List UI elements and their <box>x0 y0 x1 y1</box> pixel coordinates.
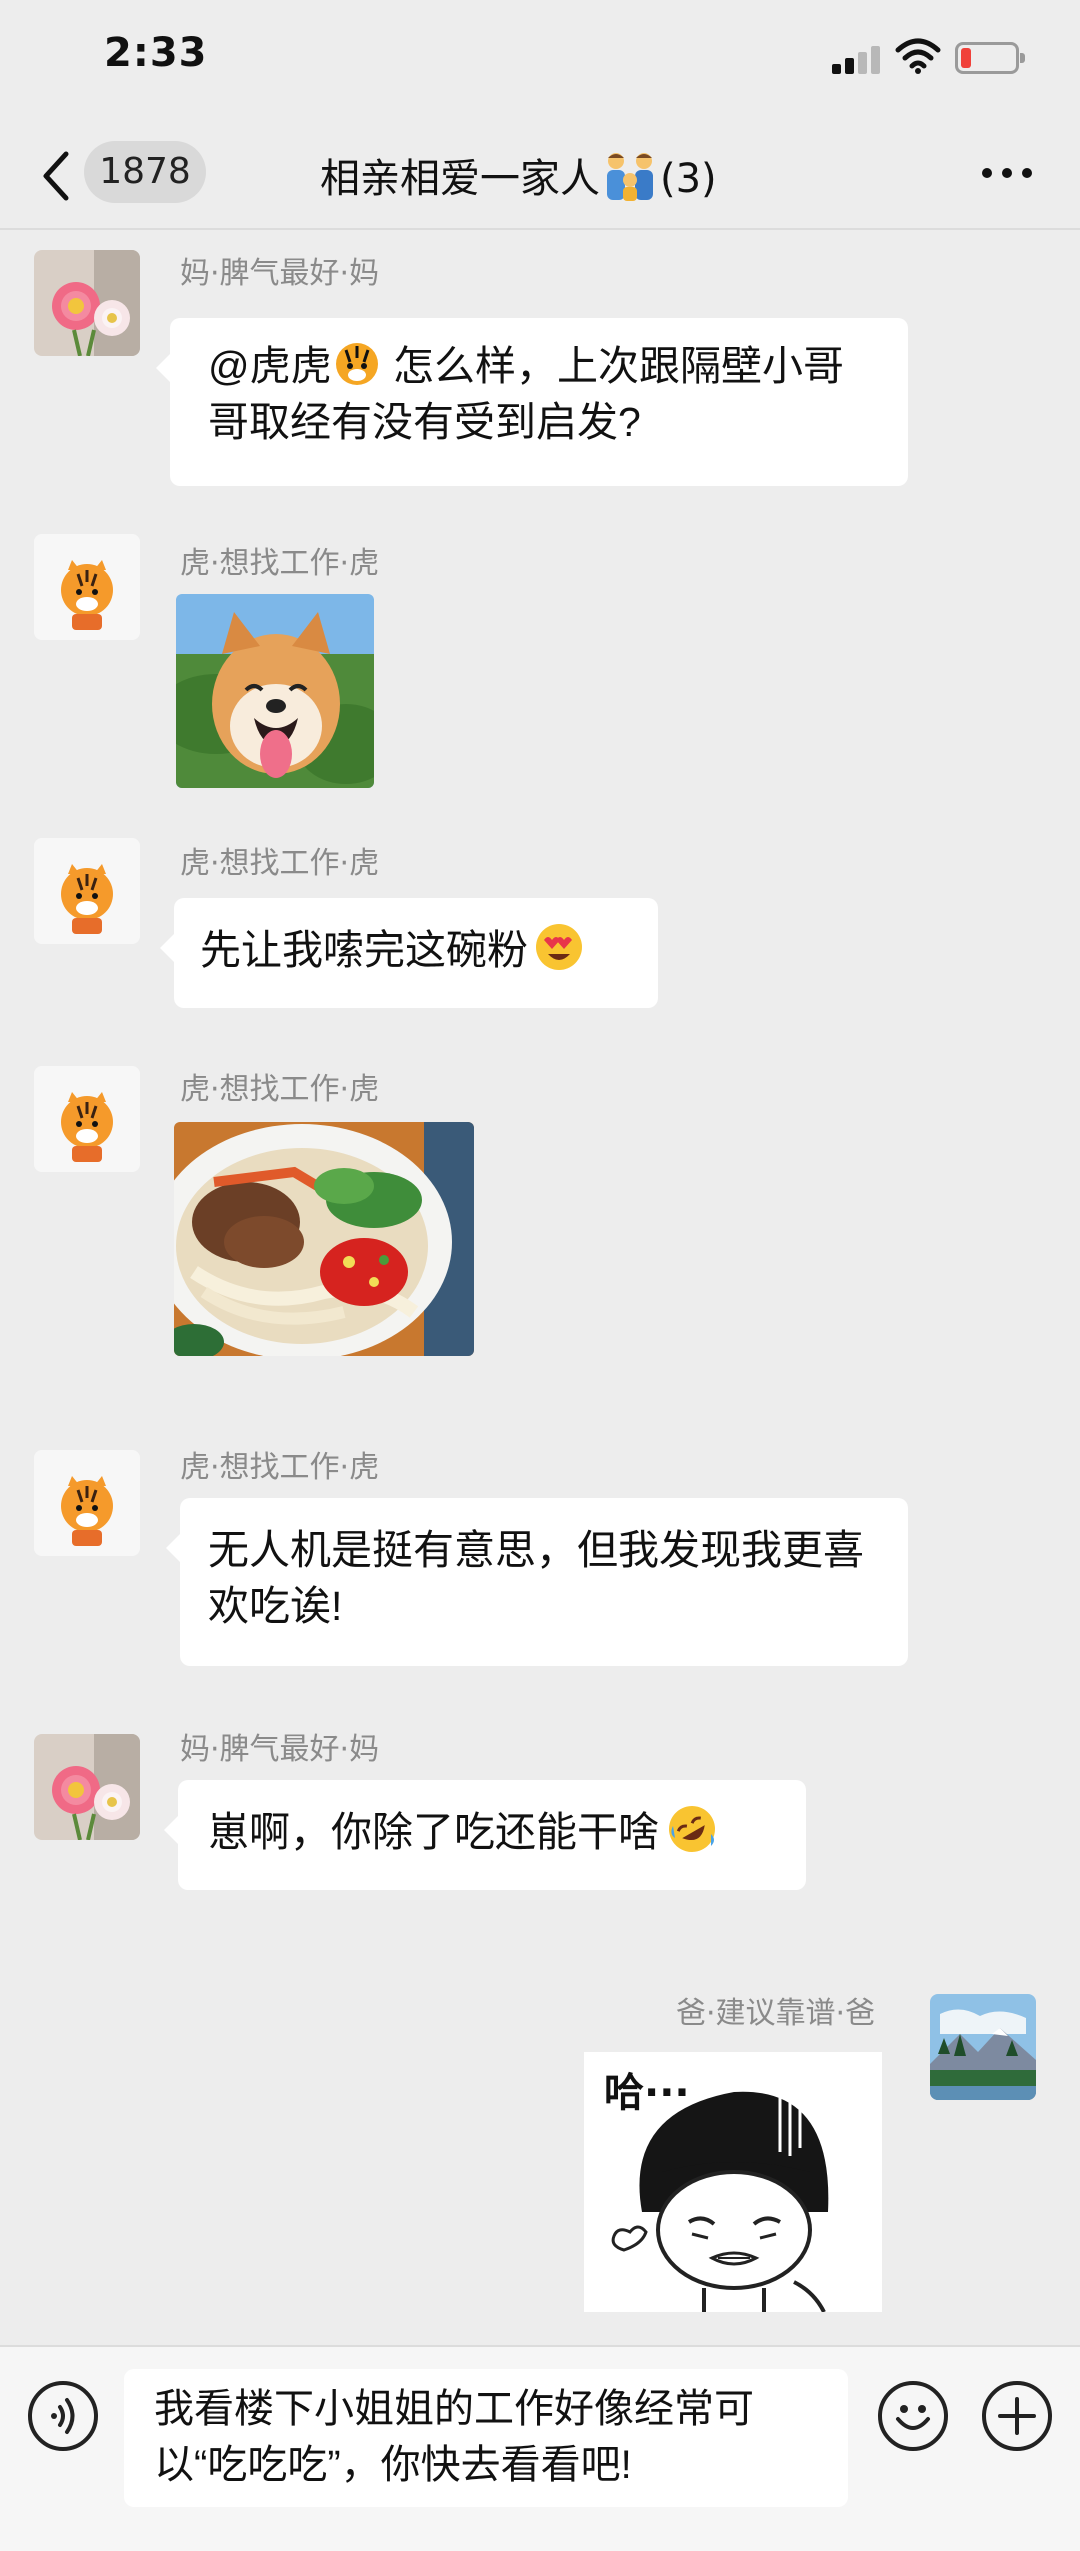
emoji-icon[interactable] <box>878 2381 948 2451</box>
message-text: 崽啊，你除了吃还能干啥 <box>208 1809 659 1855</box>
message-text: 先让我嗦完这碗粉 <box>200 927 528 973</box>
member-count: (3) <box>660 156 717 202</box>
message-bubble[interactable]: 崽啊，你除了吃还能干啥 <box>164 1780 806 1890</box>
avatar-mom[interactable] <box>34 1734 140 1840</box>
family-emoji-icon <box>600 150 660 202</box>
sender-name: 虎·想找工作·虎 <box>180 846 380 881</box>
sticker-caption: 哈··· <box>604 2070 690 2116</box>
sender-name: 虎·想找工作·虎 <box>180 546 380 581</box>
chat-title[interactable]: 相亲相爱一家人 (3) <box>320 146 717 204</box>
heart-eyes-emoji-icon <box>534 922 584 972</box>
avatar-mom[interactable] <box>34 250 140 356</box>
sender-name: 妈·脾气最好·妈 <box>180 1732 380 1767</box>
avatar-dad[interactable] <box>930 1994 1036 2100</box>
message-bubble[interactable]: @虎虎 怎么样，上次跟隔壁小哥哥取经有没有受到启发? <box>156 318 908 486</box>
plus-icon[interactable] <box>982 2381 1052 2451</box>
voice-icon[interactable] <box>28 2381 98 2451</box>
back-icon[interactable] <box>36 146 80 206</box>
avatar-tiger[interactable] <box>34 534 140 640</box>
message-input[interactable]: 我看楼下小姐姐的工作好像经常可以“吃吃吃”，你快去看看吧! <box>124 2369 848 2507</box>
sender-name: 虎·想找工作·虎 <box>180 1072 380 1107</box>
message-bubble[interactable]: 先让我嗦完这碗粉 <box>160 898 658 1008</box>
chat-title-text: 相亲相爱一家人 <box>320 156 600 202</box>
status-time: 2:33 <box>104 30 208 76</box>
tiger-emoji-icon <box>332 338 382 388</box>
sticker-image[interactable]: 哈··· <box>584 2052 882 2312</box>
avatar-tiger[interactable] <box>34 838 140 944</box>
message-bubble[interactable]: 无人机是挺有意思，但我发现我更喜欢吃诶! <box>166 1498 908 1666</box>
avatar-tiger[interactable] <box>34 1450 140 1556</box>
battery-icon <box>955 42 1025 74</box>
signal-icon <box>832 44 882 74</box>
battery-level <box>961 48 971 68</box>
avatar-tiger[interactable] <box>34 1066 140 1172</box>
nav-bar: 1878 相亲相爱一家人 (3) <box>0 120 1080 230</box>
chat-input-bar: 我看楼下小姐姐的工作好像经常可以“吃吃吃”，你快去看看吧! <box>0 2345 1080 2551</box>
status-bar: 2:33 <box>0 0 1080 120</box>
sender-name: 虎·想找工作·虎 <box>180 1450 380 1485</box>
more-icon[interactable] <box>980 164 1036 184</box>
unread-count-badge[interactable]: 1878 <box>84 141 206 203</box>
shiba-photo[interactable] <box>176 594 374 788</box>
rolling-laugh-emoji-icon <box>667 1804 717 1854</box>
message-text: 无人机是挺有意思，但我发现我更喜欢吃诶! <box>208 1527 864 1629</box>
sender-name: 爸·建议靠谱·爸 <box>676 1996 876 2031</box>
mention-text: @虎虎 <box>208 343 332 389</box>
sender-name: 妈·脾气最好·妈 <box>180 256 380 291</box>
noodle-bowl-photo[interactable] <box>174 1122 474 1356</box>
wifi-icon <box>895 38 941 74</box>
